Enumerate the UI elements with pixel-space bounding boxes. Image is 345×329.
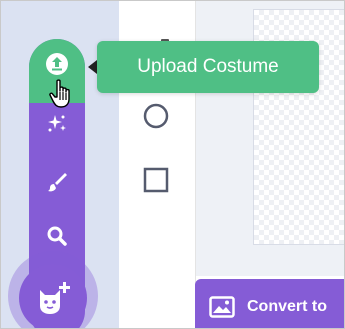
cat-plus-icon bbox=[40, 282, 70, 314]
square-icon bbox=[143, 167, 169, 193]
sparkles-icon bbox=[48, 115, 66, 132]
circle-tool[interactable] bbox=[141, 101, 171, 131]
tooltip-label: Upload Costume bbox=[137, 56, 279, 77]
search-button[interactable] bbox=[29, 219, 85, 253]
circle-icon bbox=[143, 103, 169, 129]
image-icon bbox=[209, 296, 235, 318]
hand-cursor-icon bbox=[49, 79, 77, 114]
paintbrush-icon bbox=[48, 173, 67, 192]
search-icon bbox=[47, 226, 67, 246]
costume-editor: Convert to Upload Costume bbox=[0, 0, 345, 329]
paint-button[interactable] bbox=[29, 165, 85, 199]
upload-icon bbox=[46, 53, 68, 75]
convert-button[interactable]: Convert to bbox=[195, 279, 344, 328]
choose-costume-button[interactable] bbox=[19, 264, 87, 328]
upload-costume-tooltip: Upload Costume bbox=[97, 41, 319, 93]
rectangle-tool[interactable] bbox=[141, 165, 171, 195]
tooltip-arrow bbox=[88, 60, 97, 74]
convert-button-label: Convert to bbox=[247, 298, 327, 315]
